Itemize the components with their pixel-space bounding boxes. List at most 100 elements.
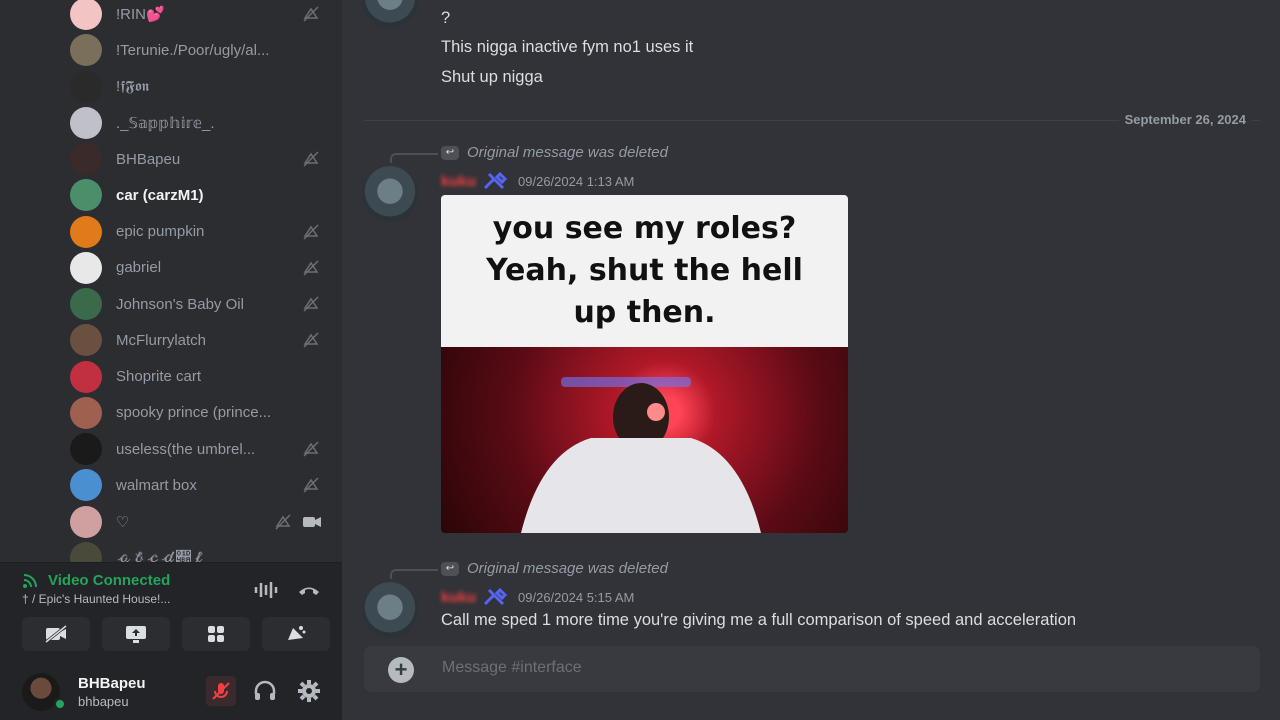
screen-share-button[interactable] <box>102 617 170 651</box>
member-name: 𝒶𝒷𝒸𝒹𝒺𝒻 <box>116 549 206 562</box>
member-name: gabriel <box>116 259 162 277</box>
reply-icon: ↩ <box>441 561 459 576</box>
message-header: kuku 09/26/2024 5:15 AM <box>441 587 634 607</box>
avatar <box>70 70 102 103</box>
add-attachment-button[interactable]: + <box>388 657 414 683</box>
role-tools-icon <box>483 587 508 606</box>
member-item[interactable]: spooky prince (prince... <box>70 396 332 430</box>
avatar <box>70 541 102 562</box>
deafened-icon <box>302 477 320 493</box>
avatar <box>70 360 102 393</box>
reply-text: Original message was deleted <box>467 144 668 161</box>
member-name: ._𝕊𝕒𝕡𝕡𝕙𝕚𝕣𝕖_. <box>116 114 215 132</box>
member-item[interactable]: epic pumpkin <box>70 215 332 249</box>
avatar <box>70 179 102 212</box>
deafened-icon <box>302 332 320 348</box>
deafened-icon <box>302 223 320 240</box>
activities-button[interactable] <box>182 617 250 651</box>
voice-status-label: Video Connected <box>48 572 171 589</box>
user-username: bhbapeu <box>78 694 129 709</box>
member-item[interactable]: gabriel <box>70 251 332 285</box>
message-author[interactable]: kuku <box>441 589 476 606</box>
noise-suppression-icon[interactable] <box>252 577 278 603</box>
deafened-icon <box>274 513 292 530</box>
message-text: Shut up nigga <box>441 68 543 86</box>
deafen-button[interactable] <box>250 676 280 706</box>
message-text: ? <box>441 9 451 27</box>
member-name: BHBapeu <box>116 150 181 168</box>
member-item[interactable]: walmart box <box>70 468 332 502</box>
signal-icon <box>23 573 37 588</box>
avatar <box>70 34 102 67</box>
reply-preview[interactable]: ↩ Original message was deleted <box>441 560 668 577</box>
member-item[interactable]: BHBapeu <box>70 142 332 176</box>
member-item[interactable]: 𝒶𝒷𝒸𝒹𝒺𝒻 <box>70 541 332 562</box>
mute-mic-button[interactable] <box>206 676 236 706</box>
avatar <box>70 288 102 320</box>
avatar <box>70 215 102 248</box>
member-name: Johnson's Baby Oil <box>116 295 244 313</box>
member-name: useless(the umbrel... <box>116 440 256 458</box>
user-settings-button[interactable] <box>294 676 324 706</box>
screen-share-icon <box>126 626 146 643</box>
message-text: Call me sped 1 more time you're giving m… <box>441 611 1077 629</box>
soundboard-icon <box>288 626 306 640</box>
message-avatar[interactable] <box>362 166 418 222</box>
avatar <box>70 324 102 357</box>
member-sidebar: !RIN💕 !Terunie./Poor/ugly/al... !𝖋𝕱𝖔𝖓 ._𝕊𝕒𝕡… <box>0 0 342 720</box>
member-item[interactable]: McFlurrylatch <box>70 323 332 357</box>
voice-channel-link[interactable]: † / Epic's Haunted House!... <box>22 592 222 606</box>
gear-icon <box>298 680 320 702</box>
avatar <box>70 251 102 284</box>
deafened-icon <box>302 6 320 22</box>
member-item[interactable]: !𝖋𝕱𝖔𝖓 <box>70 70 332 104</box>
member-name: car (carzM1) <box>116 186 204 204</box>
meme-caption-line: up then. <box>573 295 716 330</box>
member-item[interactable]: ♡ <box>70 505 332 539</box>
meme-caption-line: you see my roles? <box>492 211 797 246</box>
avatar <box>70 0 102 30</box>
member-item[interactable]: !Terunie./Poor/ugly/al... <box>70 33 332 67</box>
disconnect-icon[interactable] <box>296 577 322 603</box>
voice-status[interactable]: Video Connected <box>22 572 170 589</box>
member-name: spooky prince (prince... <box>116 404 272 422</box>
message-author[interactable]: kuku <box>441 173 476 190</box>
member-item[interactable]: Johnson's Baby Oil <box>70 287 332 321</box>
message-timestamp: 09/26/2024 5:15 AM <box>518 589 635 605</box>
avatar <box>70 143 102 175</box>
member-item[interactable]: ._𝕊𝕒𝕡𝕡𝕙𝕚𝕣𝕖_. <box>70 106 332 140</box>
member-name: !Terunie./Poor/ugly/al... <box>116 41 270 59</box>
deafened-icon <box>302 441 320 457</box>
member-name: McFlurrylatch <box>116 331 207 349</box>
member-item[interactable]: car (carzM1) <box>70 178 332 212</box>
meme-caption: you see my roles? Yeah, shut the hell up… <box>441 195 848 347</box>
avatar <box>70 396 102 429</box>
reply-connector <box>390 569 438 579</box>
mic-muted-icon <box>212 682 230 700</box>
message-input[interactable]: Message #interface <box>442 659 582 677</box>
camera-off-icon <box>45 624 67 644</box>
reply-icon: ↩ <box>441 145 459 160</box>
video-icon <box>302 514 321 530</box>
soundboard-button[interactable] <box>262 617 330 651</box>
member-item[interactable]: !RIN💕 <box>70 0 332 31</box>
message-composer: + Message #interface <box>364 646 1260 692</box>
reply-preview[interactable]: ↩ Original message was deleted <box>441 144 668 161</box>
meme-image[interactable]: you see my roles? Yeah, shut the hell up… <box>441 195 848 533</box>
message-avatar[interactable] <box>362 582 418 638</box>
message-avatar[interactable] <box>362 0 418 28</box>
deafened-icon <box>302 260 320 276</box>
member-name: epic pumpkin <box>116 223 205 240</box>
member-name: !𝖋𝕱𝖔𝖓 <box>116 78 150 95</box>
camera-off-button[interactable] <box>22 617 90 651</box>
chat-area: ? This nigga inactive fym no1 uses it Sh… <box>342 0 1280 720</box>
member-item[interactable]: useless(the umbrel... <box>70 432 332 466</box>
message-text: This nigga inactive fym no1 uses it <box>441 38 694 56</box>
reply-text: Original message was deleted <box>467 560 668 577</box>
message-header: kuku 09/26/2024 1:13 AM <box>441 171 634 191</box>
user-display-name[interactable]: BHBapeu <box>78 675 146 692</box>
online-status-dot <box>54 698 66 710</box>
meme-photo <box>441 347 848 533</box>
member-name: walmart box <box>116 476 197 494</box>
member-item[interactable]: Shoprite cart <box>70 360 332 394</box>
